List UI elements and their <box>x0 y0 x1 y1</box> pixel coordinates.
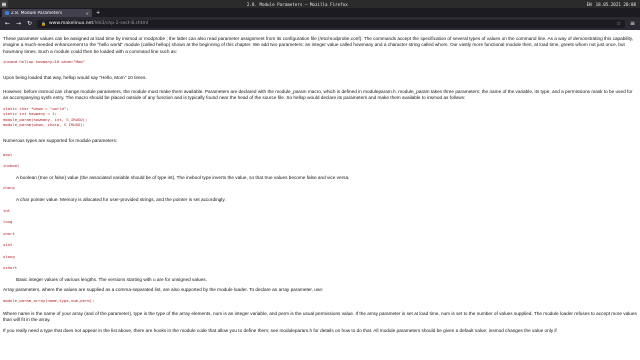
desc-bool: A boolean (true or false) value (the ass… <box>16 174 350 180</box>
paragraph-types: Numerous types are supported for module … <box>3 137 118 143</box>
url-host: www.makelinux.net <box>48 21 94 26</box>
tab-module-parameters[interactable]: 2.8. Module Parameters × <box>2 9 92 17</box>
type-invbool: invbool <box>3 163 20 169</box>
panel-clock[interactable]: 18.05.2021 20:08 <box>596 2 636 7</box>
type-ulong: ulong <box>3 253 15 259</box>
type-long: long <box>3 219 13 225</box>
tab-label: 2.8. Module Parameters <box>11 10 63 16</box>
bookmark-star-icon[interactable]: ☆ <box>617 21 621 27</box>
tab-strip: 2.8. Module Parameters × + <box>0 8 640 17</box>
desc-charp: A char pointer value. Memory is allocate… <box>16 196 226 202</box>
type-uint: uint <box>3 242 13 248</box>
window-title: 2.8. Module Parameters — Mozilla Firefox <box>246 1 348 7</box>
type-int: int <box>3 207 11 213</box>
paragraph-intro: These parameter values can be assigned a… <box>3 36 634 54</box>
type-ushort: ushort <box>3 265 18 271</box>
app-menu-icon[interactable]: ≡ <box>629 20 636 27</box>
lock-icon[interactable]: 🔒 <box>41 21 46 26</box>
back-button[interactable]: ← <box>4 20 11 27</box>
close-tab-icon[interactable]: × <box>86 11 89 16</box>
paragraph-module-param: However, before insmod can change module… <box>3 89 633 101</box>
paragraph-custom-types: If you really need a type that does not … <box>3 328 557 334</box>
url-path: /ldd3/chp-2-sect-8.shtml <box>93 21 149 26</box>
code-declarations: static char *whom = "world"; static int … <box>3 106 88 127</box>
code-param-array: module_param_array(name,type,num,perm); <box>3 297 95 303</box>
type-short: short <box>3 230 15 236</box>
code-insmod: insmod hellop howmany=10 whom="Mom" <box>3 59 85 65</box>
panel-tray: EN 18.05.2021 20:08 <box>587 2 640 7</box>
paragraph-hellop: Upon being loaded that way, hellop would… <box>3 75 147 81</box>
url-bar[interactable]: 🔒 www.makelinux.net/ldd3/chp-2-sect-8.sh… <box>37 19 625 28</box>
reload-button[interactable]: ↻ <box>26 20 33 27</box>
page-content: These parameter values can be assigned a… <box>0 30 640 360</box>
new-tab-button[interactable]: + <box>96 9 100 17</box>
system-panel: 2.8. Module Parameters — Mozilla Firefox… <box>0 0 640 8</box>
type-charp: charp <box>3 185 15 191</box>
type-bool: bool <box>3 151 13 157</box>
paragraph-arrays: Array parameters, where the values are s… <box>3 287 324 293</box>
panel-menu-icon[interactable] <box>0 0 8 8</box>
forward-button[interactable]: → <box>15 20 22 27</box>
navigation-bar: ← → ↻ 🔒 www.makelinux.net/ldd3/chp-2-sec… <box>0 17 640 30</box>
keyboard-layout[interactable]: EN <box>587 2 592 7</box>
paragraph-array-args: Where name is the name of your array (an… <box>3 311 637 323</box>
desc-ints: Basic integer values of various lengths.… <box>16 276 207 282</box>
favicon-icon <box>5 11 9 15</box>
